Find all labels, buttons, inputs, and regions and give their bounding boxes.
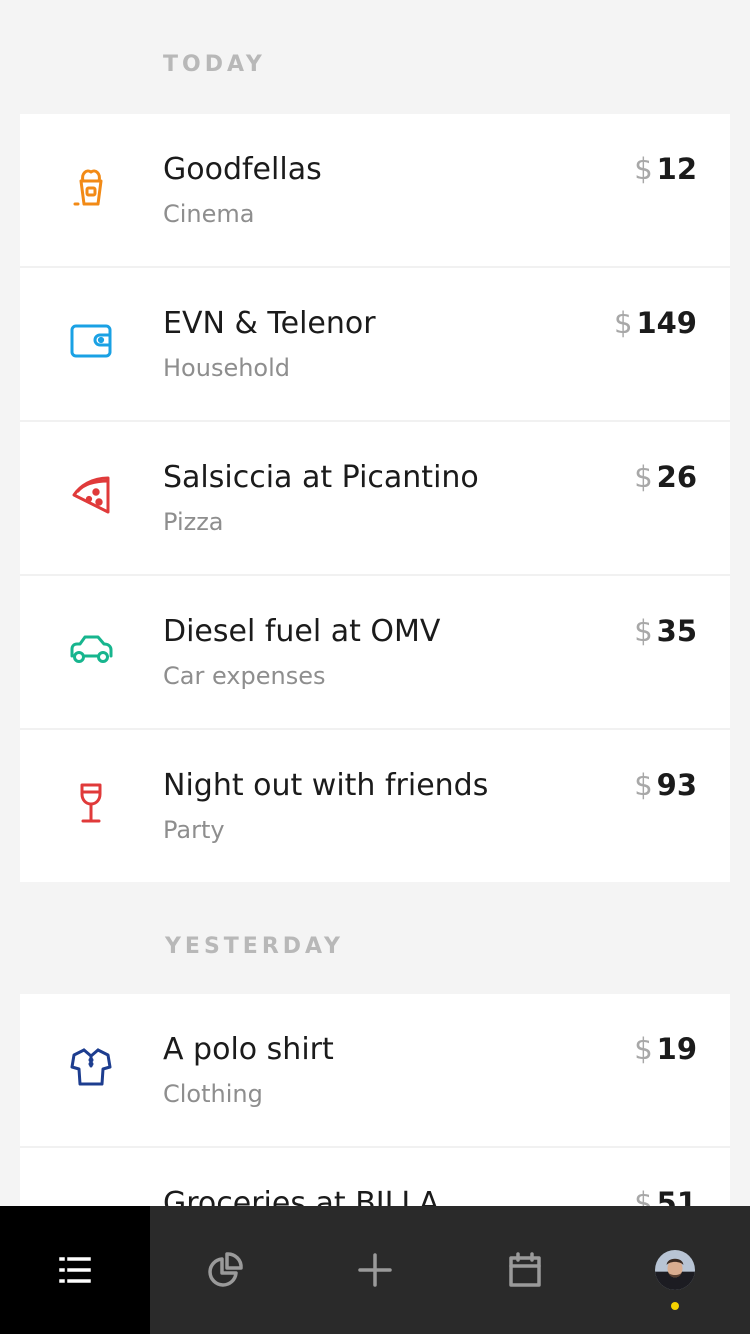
section-label-yesterday: YESTERDAY (165, 934, 344, 959)
currency-symbol: $ (614, 306, 633, 340)
amount-value: 93 (656, 768, 697, 802)
transaction-amount: $93 (634, 768, 697, 802)
currency-symbol: $ (634, 1186, 653, 1206)
transaction-amount: $35 (634, 614, 697, 648)
transaction-category: Household (163, 354, 291, 382)
transaction-row[interactable]: A polo shirt Clothing $19 (20, 994, 730, 1148)
transaction-category: Party (163, 816, 225, 844)
currency-symbol: $ (634, 152, 653, 186)
transaction-amount: $51 (634, 1186, 697, 1206)
currency-symbol: $ (634, 1032, 653, 1066)
plus-icon (358, 1253, 392, 1287)
transactions-feed: TODAY Goodfellas Cinema $12 EVN & Teleno… (0, 0, 750, 1206)
pie-chart-icon (208, 1252, 243, 1287)
tab-profile[interactable] (600, 1206, 750, 1334)
transaction-title: Groceries at BILLA (163, 1186, 440, 1206)
pizza-icon (68, 472, 114, 518)
currency-symbol: $ (634, 614, 653, 648)
transaction-category: Pizza (163, 508, 224, 536)
transaction-row[interactable]: Groceries at BILLA $51 (20, 1148, 730, 1206)
transaction-amount: $12 (634, 152, 697, 186)
transaction-amount: $19 (634, 1032, 697, 1066)
tab-transactions[interactable] (0, 1206, 150, 1334)
amount-value: 35 (656, 614, 697, 648)
section-label-today: TODAY (163, 52, 266, 77)
shirt-icon (68, 1044, 114, 1090)
amount-value: 149 (636, 306, 697, 340)
transaction-amount: $26 (634, 460, 697, 494)
transaction-row[interactable]: EVN & Telenor Household $149 (20, 268, 730, 422)
calendar-icon (509, 1252, 541, 1287)
transaction-title: EVN & Telenor (163, 306, 376, 341)
transaction-row[interactable]: Salsiccia at Picantino Pizza $26 (20, 422, 730, 576)
transaction-amount: $149 (614, 306, 697, 340)
amount-value: 51 (656, 1186, 697, 1206)
bottom-tab-bar (0, 1206, 750, 1334)
tab-add-expense[interactable] (300, 1206, 450, 1334)
currency-symbol: $ (634, 768, 653, 802)
tab-calendar[interactable] (450, 1206, 600, 1334)
transaction-title: Night out with friends (163, 768, 489, 803)
transaction-row[interactable]: Diesel fuel at OMV Car expenses $35 (20, 576, 730, 730)
transactions-card-yesterday: A polo shirt Clothing $19 Groceries at B… (20, 994, 730, 1206)
transaction-title: Salsiccia at Picantino (163, 460, 479, 495)
tab-statistics[interactable] (150, 1206, 300, 1334)
list-icon (59, 1257, 91, 1283)
notification-dot (671, 1302, 679, 1310)
wine-glass-icon (68, 780, 114, 826)
currency-symbol: $ (634, 460, 653, 494)
transaction-category: Car expenses (163, 662, 326, 690)
transaction-title: A polo shirt (163, 1032, 334, 1067)
transaction-row[interactable]: Goodfellas Cinema $12 (20, 114, 730, 268)
profile-avatar (655, 1250, 695, 1290)
transaction-category: Clothing (163, 1080, 263, 1108)
amount-value: 26 (656, 460, 697, 494)
car-icon (68, 626, 114, 672)
popcorn-icon (68, 164, 114, 210)
wallet-icon (68, 318, 114, 364)
transaction-title: Diesel fuel at OMV (163, 614, 441, 649)
transaction-category: Cinema (163, 200, 255, 228)
amount-value: 12 (656, 152, 697, 186)
transactions-card-today: Goodfellas Cinema $12 EVN & Telenor Hous… (20, 114, 730, 882)
transaction-row[interactable]: Night out with friends Party $93 (20, 730, 730, 884)
amount-value: 19 (656, 1032, 697, 1066)
transaction-title: Goodfellas (163, 152, 322, 187)
